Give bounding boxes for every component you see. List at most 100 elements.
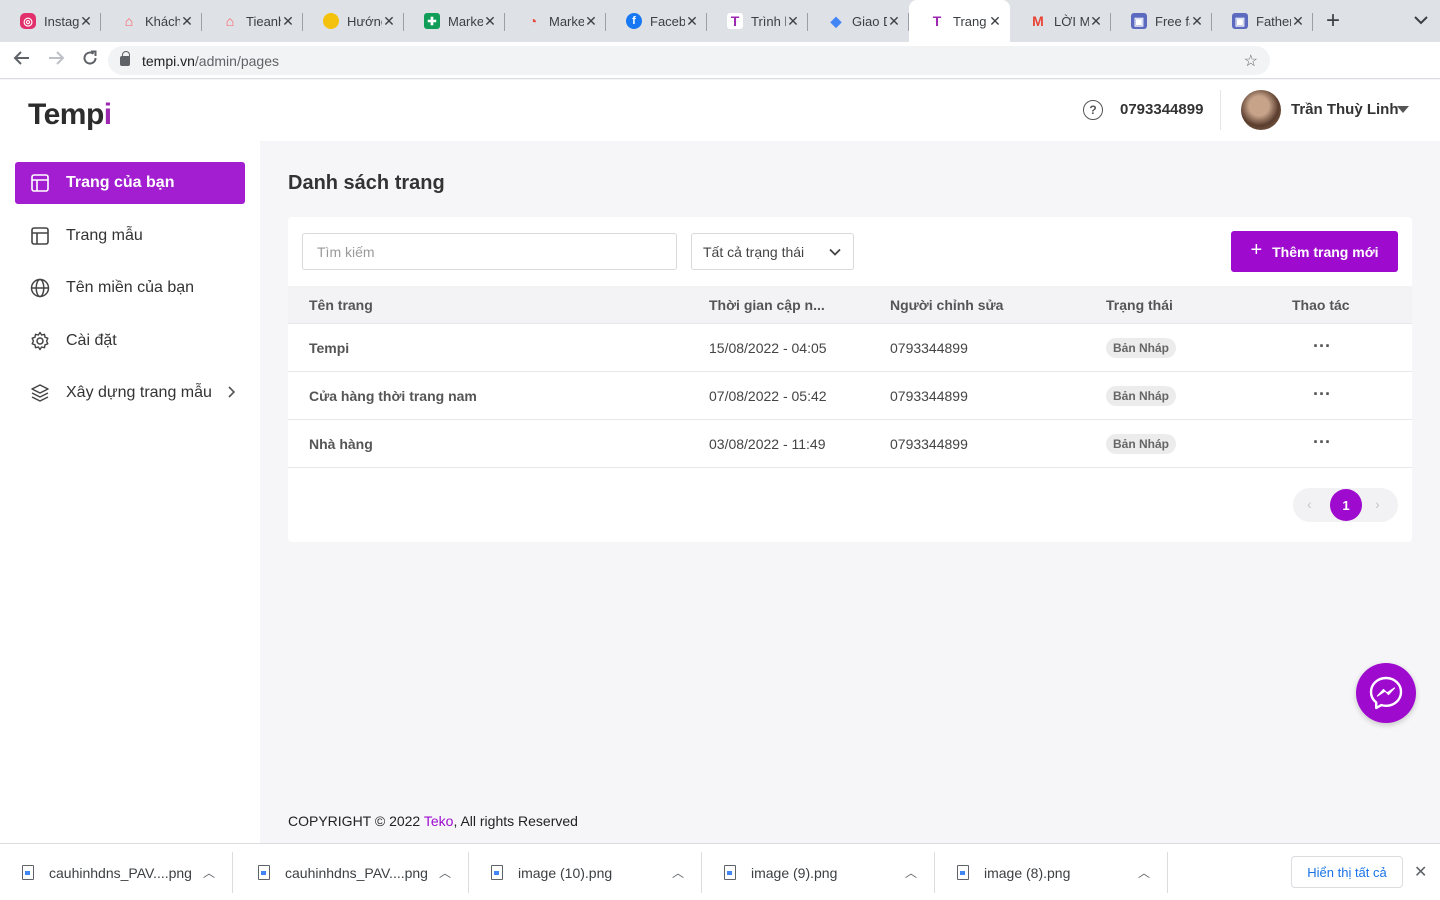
- help-icon[interactable]: ?: [1083, 100, 1103, 120]
- downloads-bar: cauhinhdns_PAV....png ︿ cauhinhdns_PAV...…: [0, 843, 1440, 900]
- close-tab-icon[interactable]: ✕: [1291, 13, 1305, 30]
- layers-icon: ◆: [830, 12, 842, 29]
- user-name[interactable]: Trần Thuỳ Linh: [1291, 101, 1399, 118]
- browser-tab[interactable]: Hướng✕: [303, 0, 404, 42]
- header-divider: [1220, 90, 1221, 130]
- facebook-icon: f: [626, 13, 642, 29]
- column-header-status: Trạng thái: [1106, 297, 1173, 313]
- browser-tab[interactable]: ▣ Father ✕: [1212, 0, 1313, 42]
- page-title: Danh sách trang: [288, 172, 445, 194]
- more-actions-icon[interactable]: ···: [1313, 336, 1331, 357]
- search-input[interactable]: [302, 233, 677, 270]
- table-row[interactable]: Cửa hàng thời trang nam 07/08/2022 - 05:…: [288, 372, 1412, 420]
- show-all-downloads-button[interactable]: Hiển thị tất cả: [1291, 856, 1403, 888]
- page-number-current[interactable]: 1: [1330, 489, 1362, 521]
- sidebar-item-settings[interactable]: Cài đặt: [15, 320, 245, 362]
- browser-tab[interactable]: ⌂Tieanh✕: [202, 0, 303, 42]
- header-phone: 0793344899: [1120, 101, 1204, 118]
- lock-icon: [120, 50, 130, 66]
- browser-tab[interactable]: ✚ Marke ✕: [404, 0, 505, 42]
- sidebar-item-your-pages[interactable]: Trang của bạn: [15, 162, 245, 204]
- copyright-footer: COPYRIGHT © 2022 Teko, All rights Reserv…: [288, 813, 578, 829]
- sidebar-item-label: Cài đặt: [66, 332, 117, 349]
- download-item[interactable]: image (9).png ︿: [702, 844, 935, 900]
- sidebar-item-label: Xây dựng trang mẫu: [66, 384, 212, 401]
- table-row[interactable]: Nhà hàng 03/08/2022 - 11:49 0793344899 B…: [288, 420, 1412, 468]
- browser-tab[interactable]: TTrình k✕: [707, 0, 808, 42]
- column-header-name: Tên trang: [309, 297, 373, 313]
- add-page-button[interactable]: + Thêm trang mới: [1231, 231, 1398, 272]
- back-arrow-icon[interactable]: [6, 49, 38, 72]
- sheets-icon: ✚: [424, 13, 440, 29]
- download-item[interactable]: image (8).png ︿: [935, 844, 1168, 900]
- plus-icon: +: [1250, 239, 1263, 261]
- add-page-label: Thêm trang mới: [1272, 243, 1379, 260]
- app-icon: ▣: [1131, 13, 1147, 29]
- chevron-up-icon[interactable]: ︿: [672, 864, 684, 881]
- tempi-logo[interactable]: Tempi: [28, 98, 112, 132]
- chevron-up-icon[interactable]: ︿: [905, 864, 917, 881]
- download-item[interactable]: cauhinhdns_PAV....png ︿: [0, 844, 233, 900]
- teko-link[interactable]: Teko: [424, 813, 454, 829]
- download-item[interactable]: cauhinhdns_PAV....png ︿: [236, 844, 469, 900]
- download-filename: image (9).png: [751, 864, 838, 881]
- browser-tab[interactable]: ⌂ Khách ✕: [101, 0, 202, 42]
- browser-tab[interactable]: M LỜI M ✕: [1010, 0, 1111, 42]
- chevron-left-icon[interactable]: ‹: [1307, 496, 1312, 512]
- layout-icon: [30, 226, 50, 246]
- chevron-up-icon[interactable]: ︿: [203, 864, 215, 881]
- layout-icon: [30, 173, 50, 193]
- chevron-down-icon[interactable]: [1414, 12, 1428, 28]
- close-tab-icon[interactable]: ✕: [483, 13, 497, 30]
- sidebar-item-domains[interactable]: Tên miền của bạn: [15, 267, 245, 309]
- page-name[interactable]: Tempi: [309, 340, 349, 356]
- new-tab-plus-icon[interactable]: +: [1313, 0, 1353, 42]
- chevron-up-icon[interactable]: ︿: [439, 864, 451, 881]
- browser-tab[interactable]: ▣Free fa✕: [1111, 0, 1212, 42]
- forward-arrow-icon[interactable]: [40, 49, 72, 72]
- avatar[interactable]: [1241, 90, 1281, 130]
- chevron-right-icon[interactable]: ›: [1375, 496, 1380, 512]
- close-tab-icon[interactable]: ✕: [1190, 13, 1204, 30]
- page-name[interactable]: Cửa hàng thời trang nam: [309, 388, 477, 404]
- updated-time: 07/08/2022 - 05:42: [709, 388, 827, 404]
- browser-tab[interactable]: ◆Giao D✕: [808, 0, 909, 42]
- more-actions-icon[interactable]: ···: [1313, 384, 1331, 405]
- close-icon[interactable]: ✕: [1414, 862, 1427, 882]
- close-tab-icon[interactable]: ✕: [1089, 13, 1103, 30]
- more-actions-icon[interactable]: ···: [1313, 432, 1331, 453]
- close-tab-icon[interactable]: ✕: [685, 13, 699, 30]
- tempi-icon: T: [929, 13, 945, 29]
- close-tab-icon[interactable]: ✕: [786, 13, 800, 30]
- close-tab-icon[interactable]: ✕: [584, 13, 598, 30]
- caret-down-icon[interactable]: [1397, 106, 1409, 113]
- browser-tab[interactable]: ◎Instagram✕: [0, 0, 101, 42]
- close-tab-icon[interactable]: ✕: [79, 13, 93, 30]
- browser-tab[interactable]: ◔ Marke ✕: [505, 0, 606, 42]
- status-badge: Bản Nháp: [1106, 434, 1177, 454]
- bookmark-star-icon[interactable]: ☆: [1244, 51, 1258, 71]
- address-bar[interactable]: tempi.vn/admin/pages ☆: [108, 46, 1270, 75]
- close-tab-icon[interactable]: ✕: [988, 13, 1002, 30]
- sidebar-item-build-template[interactable]: Xây dựng trang mẫu: [15, 372, 245, 414]
- gmail-icon: M: [1032, 13, 1044, 29]
- status-filter-value: Tất cả trạng thái: [703, 243, 805, 260]
- chevron-up-icon[interactable]: ︿: [1138, 864, 1150, 881]
- close-tab-icon[interactable]: ✕: [887, 13, 901, 30]
- browser-tab[interactable]: f Faceb ✕: [606, 0, 707, 42]
- close-tab-icon[interactable]: ✕: [180, 13, 194, 30]
- messenger-chat-button[interactable]: [1356, 663, 1416, 723]
- page-name[interactable]: Nhà hàng: [309, 436, 373, 452]
- sidebar-item-templates[interactable]: Trang mẫu: [15, 215, 245, 257]
- table-header: Tên trang Thời gian cập n... Người chỉnh…: [288, 286, 1412, 324]
- image-file-icon: [22, 865, 34, 880]
- image-file-icon: [258, 865, 270, 880]
- status-filter-select[interactable]: Tất cả trạng thái: [691, 233, 854, 270]
- reload-icon[interactable]: [74, 49, 106, 72]
- editor: 0793344899: [890, 388, 968, 404]
- close-tab-icon[interactable]: ✕: [281, 13, 295, 30]
- browser-tab-active[interactable]: T Trang ✕: [909, 0, 1010, 42]
- download-item[interactable]: image (10).png ︿: [469, 844, 702, 900]
- table-row[interactable]: Tempi 15/08/2022 - 04:05 0793344899 Bản …: [288, 324, 1412, 372]
- close-tab-icon[interactable]: ✕: [382, 13, 396, 30]
